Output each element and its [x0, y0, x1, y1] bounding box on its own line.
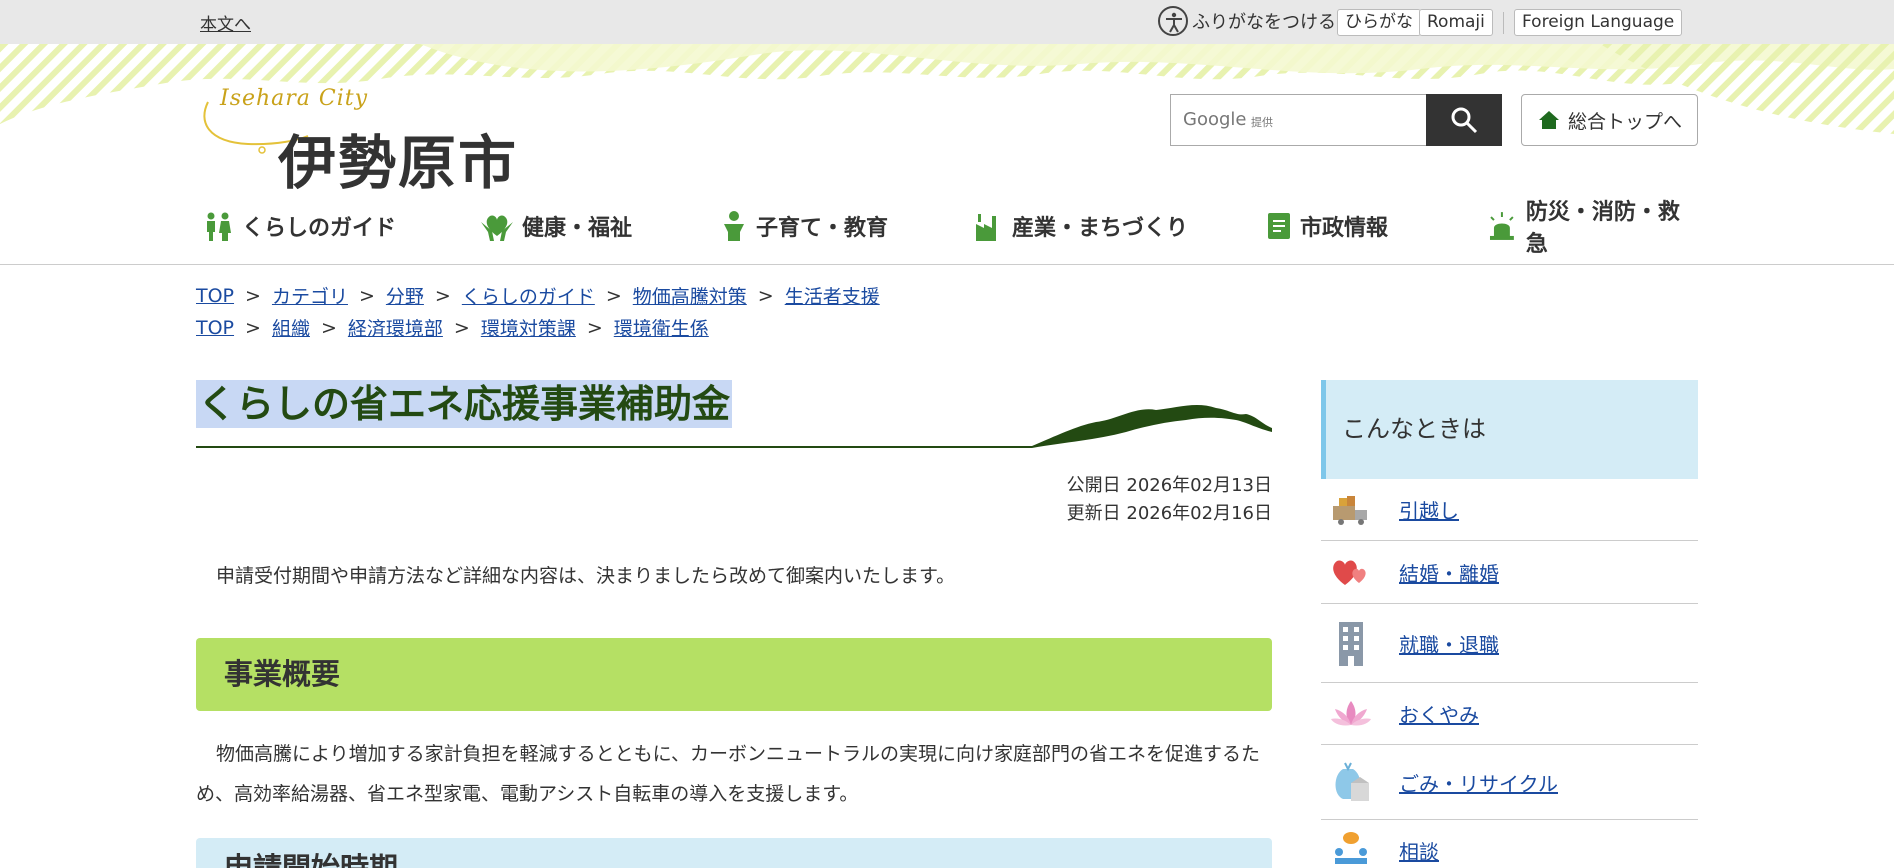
moving-truck-icon: [1333, 495, 1367, 525]
nav-label: 市政情報: [1300, 216, 1389, 241]
breadcrumb-link[interactable]: 分野: [386, 282, 424, 309]
breadcrumb-separator: >: [434, 284, 451, 307]
side-item-label[interactable]: 相談: [1399, 836, 1439, 865]
breadcrumb-separator: >: [605, 284, 622, 307]
side-heading: こんなときは: [1321, 380, 1698, 479]
section-heading-start-date: 申請開始時期: [196, 838, 1272, 868]
breadcrumb-separator: >: [358, 284, 375, 307]
side-item-moving[interactable]: 引越し: [1321, 479, 1698, 541]
breadcrumb: TOP > カテゴリ > 分野 > くらしのガイド > 物価高騰対策 > 生活者支援: [196, 282, 880, 309]
hiragana-button[interactable]: ひらがな: [1337, 9, 1421, 36]
home-icon: [1539, 111, 1559, 129]
side-item-marriage[interactable]: 結婚・離婚: [1321, 541, 1698, 604]
breadcrumb-separator: >: [245, 316, 261, 339]
side-item-label[interactable]: おくやみ: [1399, 699, 1479, 728]
side-item-bereavement[interactable]: おくやみ: [1321, 683, 1698, 745]
logo-script-text: Isehara City: [220, 86, 369, 111]
siren-icon: [1489, 212, 1514, 240]
breadcrumb-link[interactable]: 生活者支援: [785, 282, 880, 309]
side-item-label[interactable]: ごみ・リサイクル: [1399, 768, 1558, 797]
lotus-icon: [1331, 700, 1371, 726]
heart-hands-icon: [481, 215, 513, 241]
nav-item-city-info[interactable]: 市政情報: [1266, 204, 1388, 248]
people-icon: [207, 212, 231, 241]
utility-bar: 本文へ ふりがなをつける ひらがな Romaji Foreign Languag…: [0, 0, 1894, 44]
nav-item-disaster-fire[interactable]: 防災・消防・救急: [1486, 200, 1701, 257]
breadcrumb-link[interactable]: 環境対策課: [481, 314, 576, 341]
breadcrumb-separator: >: [586, 316, 603, 339]
breadcrumb: TOP > 組織 > 経済環境部 > 環境対策課 > 環境衛生係: [196, 314, 709, 341]
main-nav: くらしのガイド 健康・福祉 子育て・教育 産業・まちづくり 市政情報 防災・消防…: [196, 200, 1701, 257]
nav-divider: [0, 264, 1894, 265]
page-title: くらしの省エネ応援事業補助金: [196, 380, 733, 428]
building-icon: [1339, 622, 1363, 666]
child-icon: [724, 211, 744, 241]
nav-label: 健康・福祉: [522, 216, 633, 241]
logo-name: 伊勢原市: [278, 129, 519, 197]
skip-to-content-link[interactable]: 本文へ: [200, 10, 251, 35]
side-item-employment[interactable]: 就職・退職: [1321, 604, 1698, 683]
breadcrumb-link[interactable]: 環境衛生係: [614, 314, 709, 341]
breadcrumb-link[interactable]: 経済環境部: [348, 314, 443, 341]
breadcrumb-link[interactable]: TOP: [196, 285, 234, 307]
breadcrumb-link[interactable]: TOP: [196, 317, 234, 339]
section-heading-overview: 事業概要: [196, 638, 1272, 711]
nav-item-industry-urban[interactable]: 産業・まちづくり: [974, 204, 1188, 248]
nav-label: 子育て・教育: [756, 216, 889, 241]
site-logo[interactable]: Isehara City 伊勢原市: [198, 86, 518, 197]
nav-label: くらしのガイド: [242, 216, 397, 241]
breadcrumb-link[interactable]: 物価高騰対策: [633, 282, 747, 309]
search-icon: [1451, 107, 1478, 134]
home-button[interactable]: 総合トップへ: [1521, 94, 1698, 146]
intro-text: 申請受付期間や申請方法など詳細な内容は、決まりましたら改めて御案内いたします。: [216, 565, 956, 587]
home-button-label: 総合トップへ: [1568, 110, 1683, 133]
nav-item-health-welfare[interactable]: 健康・福祉: [480, 204, 632, 248]
breadcrumb-link[interactable]: 組織: [272, 314, 310, 341]
page-title-area: くらしの省エネ応援事業補助金: [196, 376, 1272, 450]
published-date: 公開日 2026年02月13日: [1066, 475, 1272, 496]
side-item-label[interactable]: 結婚・離婚: [1399, 558, 1499, 587]
side-item-garbage[interactable]: ごみ・リサイクル: [1321, 745, 1698, 820]
garbage-bag-icon: [1335, 762, 1369, 801]
factory-icon: [976, 214, 996, 241]
situation-panel: こんなときは 引越し 結婚・離婚 就職・退職 おくやみ ごみ・リサイクル 相談: [1321, 380, 1698, 864]
nav-item-living-guide[interactable]: くらしのガイド: [202, 204, 396, 248]
breadcrumb-link[interactable]: カテゴリ: [272, 282, 348, 309]
furigana-label: ふりがなをつける: [1192, 12, 1336, 33]
side-item-label[interactable]: 就職・退職: [1399, 629, 1499, 658]
romaji-button[interactable]: Romaji: [1419, 9, 1493, 36]
google-label: Google: [1183, 109, 1247, 130]
nav-item-childcare-education[interactable]: 子育て・教育: [720, 204, 888, 248]
furigana-toggle[interactable]: ふりがなをつける: [1158, 6, 1336, 36]
google-sub-label: 提供: [1251, 116, 1273, 129]
breadcrumb-separator: >: [453, 316, 470, 339]
side-item-label[interactable]: 引越し: [1399, 495, 1459, 524]
updated-date: 更新日 2026年02月16日: [1066, 503, 1272, 524]
search-button[interactable]: [1426, 94, 1502, 146]
overview-body-text: 物価高騰により増加する家計負担を軽減するとともに、カーボンニュートラルの実現に向…: [196, 743, 1261, 805]
nav-label: 防災・消防・救急: [1525, 200, 1680, 257]
breadcrumb-link[interactable]: くらしのガイド: [462, 282, 595, 309]
divider: [1503, 12, 1504, 34]
nav-label: 産業・まちづくり: [1012, 216, 1189, 241]
foreign-language-button[interactable]: Foreign Language: [1514, 9, 1683, 36]
breadcrumb-separator: >: [757, 284, 774, 307]
consultation-icon: [1335, 832, 1367, 864]
page-dates: 公開日 2026年02月13日 更新日 2026年02月16日: [896, 472, 1272, 528]
side-item-consultation[interactable]: 相談: [1321, 820, 1698, 868]
breadcrumb-separator: >: [320, 316, 337, 339]
overview-body: 物価高騰により増加する家計負担を軽減するとともに、カーボンニュートラルの実現に向…: [196, 734, 1272, 814]
document-icon: [1268, 213, 1290, 239]
search-input[interactable]: Google 提供: [1170, 94, 1426, 146]
breadcrumb-separator: >: [245, 284, 261, 307]
accessibility-icon: [1158, 6, 1188, 36]
hearts-icon: [1333, 560, 1366, 585]
